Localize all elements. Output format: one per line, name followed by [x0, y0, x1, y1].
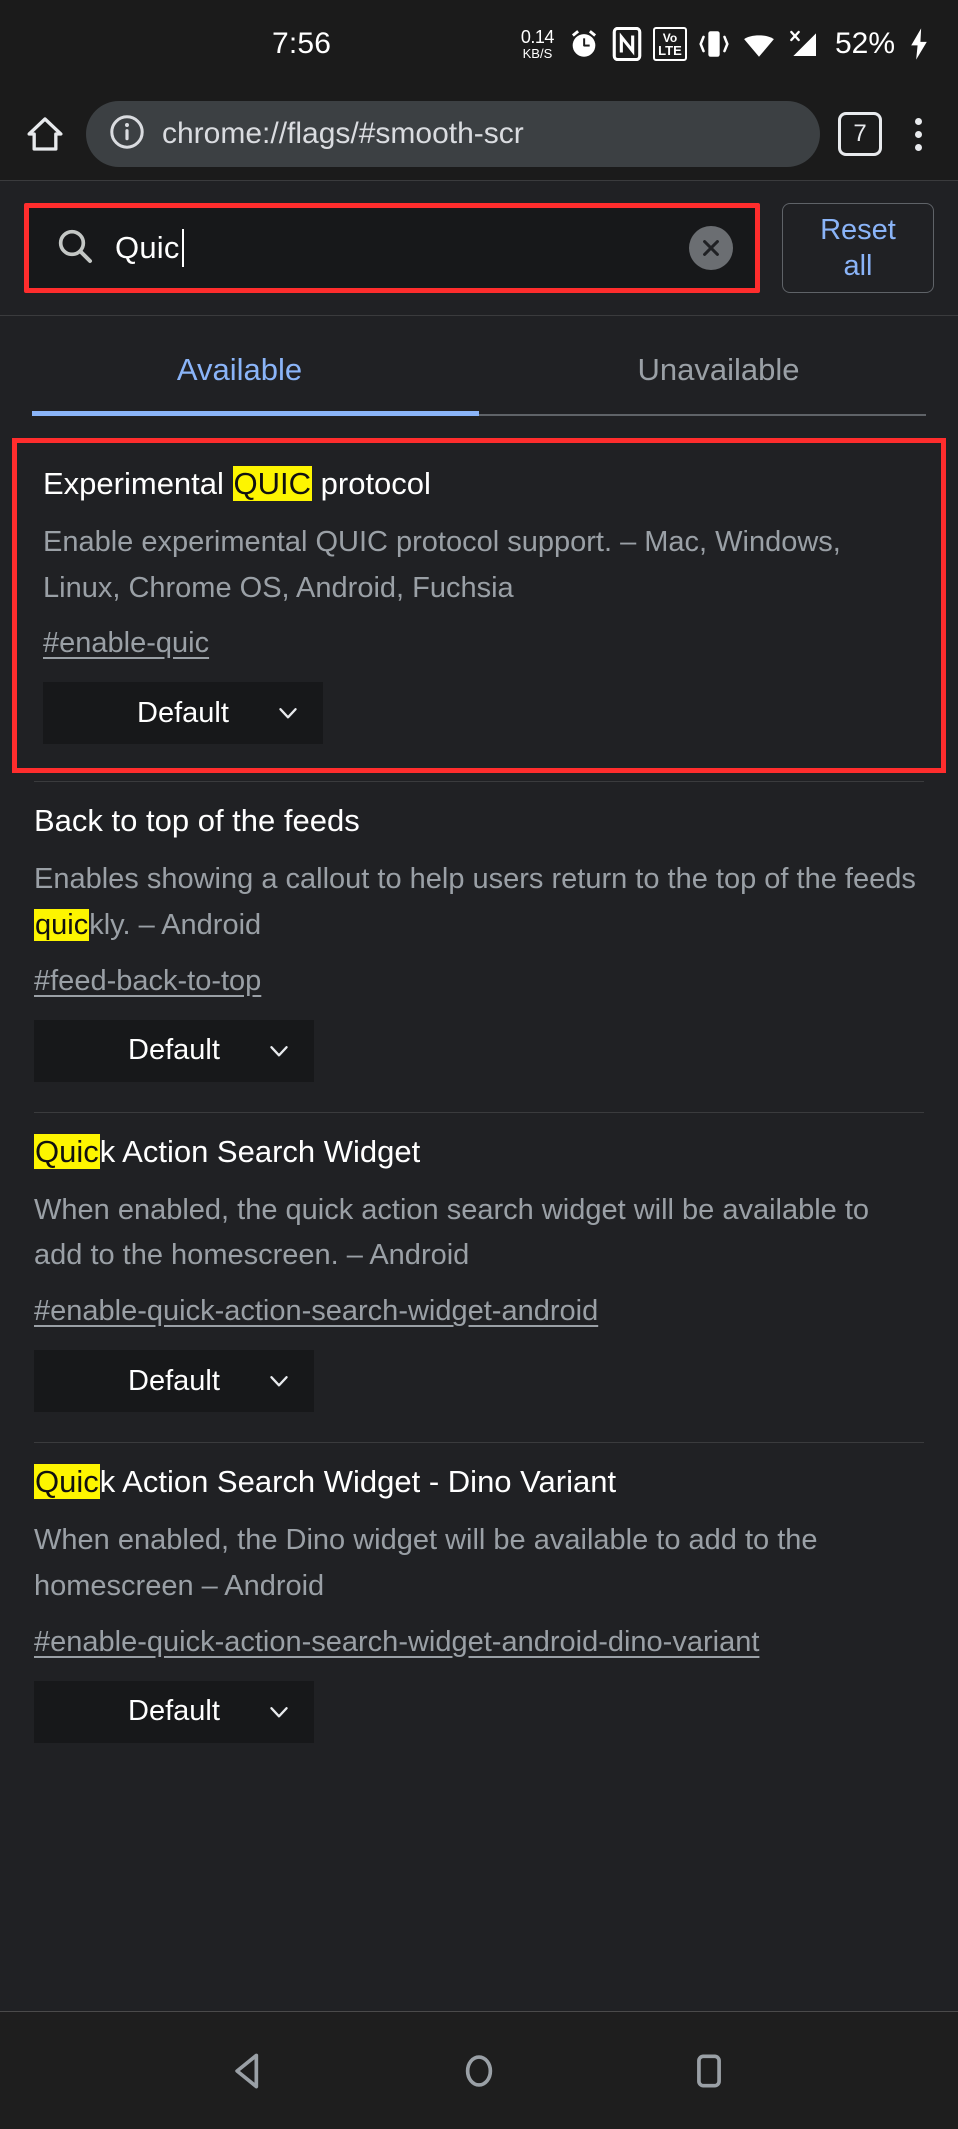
reset-all-button[interactable]: Reset all — [782, 203, 934, 293]
tab-unavailable-label: Unavailable — [637, 352, 800, 387]
flag-description: When enabled, the quick action search wi… — [34, 1188, 924, 1280]
omnibox[interactable]: chrome://flags/#smooth-scr — [86, 101, 820, 167]
flag-id-link[interactable]: #enable-quic — [43, 627, 209, 660]
flag-id-link[interactable]: #enable-quick-action-search-widget-andro… — [34, 1295, 598, 1328]
back-triangle-icon[interactable] — [214, 2036, 284, 2106]
network-speed-value: 0.14 — [520, 27, 555, 47]
flag-title: Quick Action Search Widget — [34, 1133, 924, 1172]
flag-title-text: k Action Search Widget - Dino Variant — [99, 1464, 617, 1500]
chevron-down-icon — [266, 1038, 292, 1064]
android-navigation-bar — [0, 2011, 958, 2129]
status-icon-tray: 0.14 KB/S Vo LTE 52% — [521, 27, 932, 61]
menu-dot — [914, 143, 922, 151]
network-speed-unit: KB/S — [522, 46, 553, 61]
search-match-highlight: quic — [34, 908, 90, 941]
flag-card: Experimental QUIC protocol Enable experim… — [12, 438, 946, 774]
page-info-icon[interactable] — [108, 113, 146, 156]
flag-description-text: kly. – Android — [89, 908, 262, 941]
search-match-highlight: QUIC — [232, 466, 313, 501]
status-bar: 7:56 0.14 KB/S Vo LTE 52% — [0, 0, 958, 88]
flag-id-link[interactable]: #enable-quick-action-search-widget-andro… — [34, 1626, 759, 1659]
flag-state-select[interactable]: Default — [43, 682, 323, 745]
flag-description: When enabled, the Dino widget will be av… — [34, 1518, 924, 1610]
tab-available-label: Available — [176, 352, 303, 387]
flag-state-select[interactable]: Default — [34, 1019, 314, 1082]
flag-description-text: Enables showing a callout to help users … — [34, 863, 916, 896]
flag-description-text: When enabled, the quick action search wi… — [34, 1193, 870, 1272]
volte-label-bottom: LTE — [658, 42, 682, 58]
wifi-icon — [741, 27, 777, 61]
search-icon — [55, 226, 95, 271]
flag-state-value: Default — [128, 1364, 220, 1397]
chevron-down-icon — [275, 700, 301, 726]
signal-icon — [788, 27, 820, 61]
flag-title: Quick Action Search Widget - Dino Varian… — [34, 1463, 924, 1502]
tab-switcher-button[interactable]: 7 — [838, 112, 882, 156]
home-icon[interactable] — [22, 111, 68, 157]
tab-unavailable[interactable]: Unavailable — [479, 324, 958, 414]
flag-description: Enables showing a callout to help users … — [34, 857, 924, 949]
flag-state-value: Default — [128, 1034, 220, 1067]
network-speed-indicator: 0.14 KB/S — [520, 27, 555, 61]
flag-card: Back to top of the feeds Enables showing … — [0, 782, 958, 1103]
flag-description-text: Enable experimental QUIC protocol suppor… — [43, 525, 841, 604]
flag-description-text: When enabled, the Dino widget will be av… — [34, 1523, 818, 1602]
search-row: Quic Reset all — [0, 180, 958, 315]
search-input-value: Quic — [115, 230, 180, 265]
flag-title-text: k Action Search Widget — [99, 1133, 421, 1169]
volte-icon: Vo LTE — [652, 27, 687, 61]
clear-icon[interactable] — [689, 226, 733, 270]
flag-list[interactable]: Experimental QUIC protocol Enable experim… — [0, 416, 958, 2011]
menu-dot — [914, 130, 922, 138]
chevron-down-icon — [266, 1699, 292, 1725]
chevron-down-icon — [266, 1368, 292, 1394]
omnibox-url: chrome://flags/#smooth-scr — [162, 117, 524, 150]
tab-available[interactable]: Available — [0, 324, 479, 414]
flag-state-select[interactable]: Default — [34, 1680, 314, 1743]
text-caret — [181, 229, 184, 267]
volte-label-top: Vo — [662, 30, 678, 45]
tab-count-label: 7 — [853, 120, 867, 147]
menu-dot — [914, 117, 922, 125]
vibrate-icon — [698, 27, 730, 61]
flag-title: Back to top of the feeds — [34, 802, 924, 841]
flag-card: Quick Action Search Widget - Dino Varian… — [0, 1443, 958, 1764]
flag-state-value: Default — [137, 696, 229, 729]
status-clock: 7:56 — [272, 27, 332, 60]
charging-bolt-icon — [906, 27, 932, 61]
flag-title-text: Experimental — [43, 466, 233, 501]
flag-title-text: protocol — [312, 466, 431, 501]
search-match-highlight: Quic — [34, 1133, 100, 1169]
flag-id-link[interactable]: #feed-back-to-top — [34, 965, 261, 998]
flag-card: Quick Action Search Widget When enabled, … — [0, 1113, 958, 1434]
phone-screen: 7:56 0.14 KB/S Vo LTE 52% chrome://flags… — [0, 0, 958, 2129]
browser-toolbar: chrome://flags/#smooth-scr 7 — [0, 88, 958, 180]
search-input[interactable]: Quic — [115, 229, 669, 267]
flag-title-text: Back to top of the feeds — [34, 803, 360, 839]
reset-all-label-line2: all — [843, 250, 873, 282]
home-circle-icon[interactable] — [444, 2036, 514, 2106]
nfc-icon — [612, 27, 642, 61]
flag-state-select[interactable]: Default — [34, 1350, 314, 1413]
flag-tabs: Available Unavailable — [0, 315, 958, 416]
reset-all-label-line1: Reset — [820, 213, 896, 246]
overflow-menu-icon[interactable] — [900, 111, 936, 157]
search-field-wrapper[interactable]: Quic — [24, 203, 760, 293]
alarm-icon — [567, 27, 601, 61]
search-match-highlight: Quic — [34, 1464, 100, 1500]
flag-title: Experimental QUIC protocol — [43, 465, 915, 504]
flag-description: Enable experimental QUIC protocol suppor… — [43, 520, 915, 612]
battery-percent: 52% — [834, 27, 895, 60]
recents-square-icon[interactable] — [674, 2036, 744, 2106]
flag-state-value: Default — [128, 1695, 220, 1727]
